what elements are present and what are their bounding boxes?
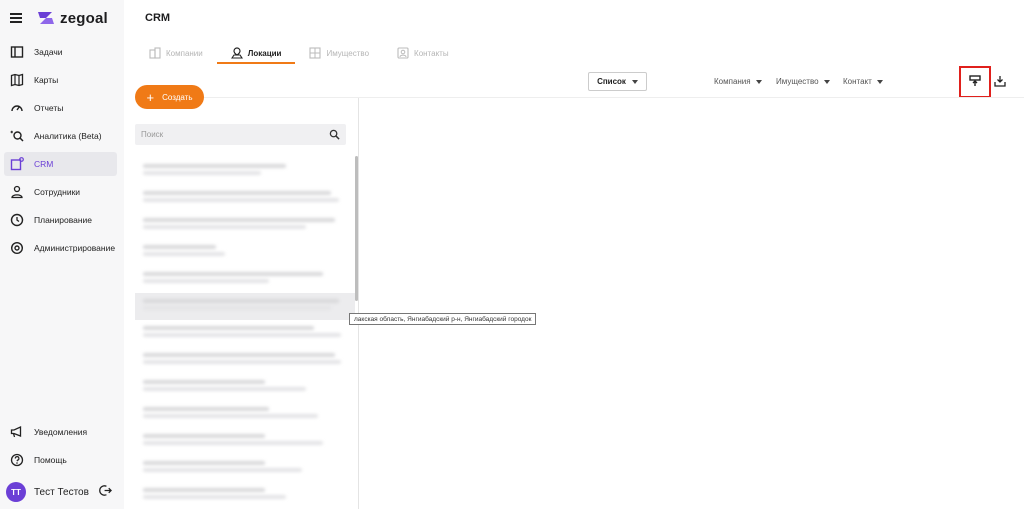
tab-contacts[interactable]: Контакты: [383, 42, 463, 64]
location-icon: [230, 47, 243, 59]
toolbar-divider: [135, 97, 1024, 98]
brand: zegoal: [10, 8, 108, 28]
avatar[interactable]: TT: [6, 482, 26, 502]
megaphone-icon: [10, 425, 24, 439]
download-icon: [994, 76, 1006, 87]
address-tooltip: лакская область, Янгиабадский р-н, Янгиа…: [349, 313, 537, 325]
tab-label: Имущество: [326, 48, 370, 58]
crm-icon: [10, 157, 24, 171]
sidebar-item-label: Сотрудники: [34, 187, 81, 197]
map-icon: [10, 73, 24, 87]
sidebar-nav: Задачи Карты Отчеты Аналитика (Beta) CRM: [4, 40, 117, 264]
menu-icon[interactable]: [10, 13, 22, 23]
sidebar-item-notifications[interactable]: Уведомления: [4, 420, 117, 444]
crm-tabs: Компании Локации Имущество Контакты: [135, 42, 463, 64]
sidebar-item-label: Планирование: [34, 215, 93, 225]
list-item[interactable]: [135, 293, 355, 320]
tab-label: Компании: [166, 48, 203, 58]
chevron-down-icon: [823, 79, 830, 84]
sidebar-item-reports[interactable]: Отчеты: [4, 96, 117, 120]
sidebar-item-analytics[interactable]: Аналитика (Beta): [4, 124, 117, 148]
sidebar-item-planning[interactable]: Планирование: [4, 208, 117, 232]
filter-label: Имущество: [776, 77, 819, 86]
list-item[interactable]: [135, 455, 355, 482]
list-item[interactable]: [135, 320, 355, 347]
tab-label: Контакты: [414, 48, 449, 58]
user-name: Тест Тестов: [34, 486, 89, 498]
sidebar-item-tasks[interactable]: Задачи: [4, 40, 117, 64]
sidebar-item-label: Уведомления: [34, 427, 88, 437]
filter-label: Компания: [714, 77, 751, 86]
tab-companies[interactable]: Компании: [135, 42, 217, 64]
employees-icon: [10, 185, 24, 199]
upload-button[interactable]: [966, 72, 984, 90]
user-profile: TT Тест Тестов: [6, 482, 112, 502]
list-item[interactable]: [135, 374, 355, 401]
sidebar-bottom: Уведомления Помощь: [4, 420, 117, 476]
filter-label: Контакт: [843, 77, 872, 86]
list-scrollbar[interactable]: [355, 156, 358, 301]
sidebar-item-label: Аналитика (Beta): [34, 131, 102, 141]
tab-locations[interactable]: Локации: [216, 42, 296, 64]
asset-icon: [309, 47, 322, 59]
list-item[interactable]: [135, 239, 355, 266]
search-field: [135, 124, 346, 145]
settings-icon: [10, 241, 24, 255]
sidebar-item-label: Задачи: [34, 47, 63, 57]
sidebar-item-administration[interactable]: Администрирование: [4, 236, 117, 260]
tab-label: Локации: [247, 48, 282, 58]
download-button[interactable]: [991, 72, 1009, 90]
brand-name: zegoal: [60, 9, 108, 27]
building-icon: [149, 47, 161, 59]
clock-icon: [10, 213, 24, 227]
sidebar: zegoal Задачи Карты Отчеты Аналитика (Be…: [0, 0, 124, 509]
create-button-label: Создать: [162, 92, 193, 102]
tasks-icon: [10, 45, 24, 59]
gauge-icon: [10, 101, 24, 115]
sidebar-item-employees[interactable]: Сотрудники: [4, 180, 117, 204]
filter-contact[interactable]: Контакт: [843, 77, 883, 86]
contact-icon: [397, 47, 409, 59]
plus-icon: +: [146, 89, 155, 105]
logout-icon[interactable]: [99, 484, 112, 500]
chevron-down-icon: [631, 79, 638, 84]
list-item[interactable]: [135, 266, 355, 293]
list-item[interactable]: [135, 401, 355, 428]
chevron-down-icon: [876, 79, 883, 84]
sidebar-item-label: Администрирование: [34, 243, 116, 253]
view-mode-value: Список: [597, 77, 626, 86]
page-title: CRM: [145, 12, 171, 24]
sidebar-item-label: Отчеты: [34, 103, 64, 113]
search-input[interactable]: [141, 130, 321, 139]
search-icon[interactable]: [329, 129, 340, 140]
create-button[interactable]: + Создать: [135, 85, 204, 109]
list-item[interactable]: [135, 158, 355, 185]
sidebar-item-help[interactable]: Помощь: [4, 448, 117, 472]
filter-asset[interactable]: Имущество: [776, 77, 830, 86]
list-item[interactable]: [135, 347, 355, 374]
sidebar-item-label: Помощь: [34, 455, 67, 465]
list-divider: [358, 98, 359, 509]
list-item[interactable]: [135, 428, 355, 455]
list-item[interactable]: [135, 185, 355, 212]
tab-assets[interactable]: Имущество: [295, 42, 383, 64]
upload-icon: [969, 75, 981, 86]
analytics-icon: [10, 129, 24, 143]
zegoal-logo-icon: [38, 12, 54, 24]
sidebar-item-crm[interactable]: CRM: [4, 152, 117, 176]
filter-company[interactable]: Компания: [714, 77, 762, 86]
list-item[interactable]: [135, 482, 355, 509]
sidebar-item-label: CRM: [34, 159, 54, 169]
location-list: [135, 158, 355, 509]
chevron-down-icon: [755, 79, 762, 84]
help-icon: [10, 453, 24, 467]
view-mode-select[interactable]: Список: [588, 72, 647, 91]
sidebar-item-label: Карты: [34, 75, 59, 85]
sidebar-item-maps[interactable]: Карты: [4, 68, 117, 92]
list-item[interactable]: [135, 212, 355, 239]
